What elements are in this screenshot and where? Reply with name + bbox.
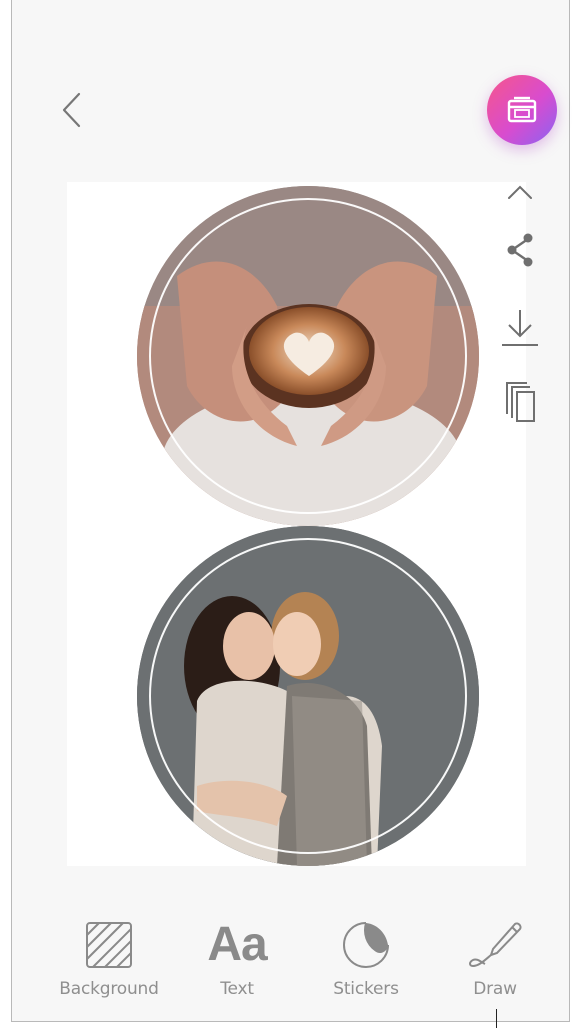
edit-toolbar: Background Aa Text Stickers Draw bbox=[12, 915, 571, 1015]
share-icon bbox=[507, 233, 533, 267]
printer-icon bbox=[507, 96, 537, 123]
chevron-up-icon bbox=[508, 185, 532, 199]
friends-photo[interactable] bbox=[137, 526, 479, 866]
text-tool-label: Text bbox=[220, 979, 254, 999]
collapse-toolbar-button[interactable] bbox=[500, 172, 540, 212]
coffee-photo[interactable] bbox=[137, 186, 479, 526]
print-button[interactable] bbox=[487, 75, 557, 145]
app-screen: Background Aa Text Stickers Draw bbox=[11, 0, 570, 1022]
print-canvas[interactable] bbox=[67, 182, 526, 866]
copy-button[interactable] bbox=[500, 382, 540, 422]
friends-photo-frame bbox=[149, 538, 467, 854]
background-tool[interactable]: Background bbox=[49, 915, 169, 1015]
chevron-left-icon bbox=[62, 92, 81, 128]
pen-icon bbox=[469, 922, 522, 968]
draw-tool[interactable]: Draw bbox=[435, 915, 555, 1015]
text-icon: Aa bbox=[207, 918, 267, 971]
text-tool[interactable]: Aa Text bbox=[177, 915, 297, 1015]
download-button[interactable] bbox=[500, 308, 540, 348]
background-tool-label: Background bbox=[59, 979, 159, 999]
background-pattern-icon bbox=[86, 922, 132, 968]
share-button[interactable] bbox=[500, 230, 540, 270]
draw-tool-label: Draw bbox=[473, 979, 517, 999]
sticker-icon bbox=[343, 922, 389, 968]
stickers-tool-label: Stickers bbox=[333, 979, 399, 999]
copy-icon bbox=[506, 382, 535, 422]
download-icon bbox=[502, 310, 538, 346]
back-button[interactable] bbox=[52, 88, 92, 132]
coffee-photo-frame bbox=[149, 198, 467, 514]
callout-line bbox=[496, 1009, 497, 1028]
stickers-tool[interactable]: Stickers bbox=[306, 915, 426, 1015]
